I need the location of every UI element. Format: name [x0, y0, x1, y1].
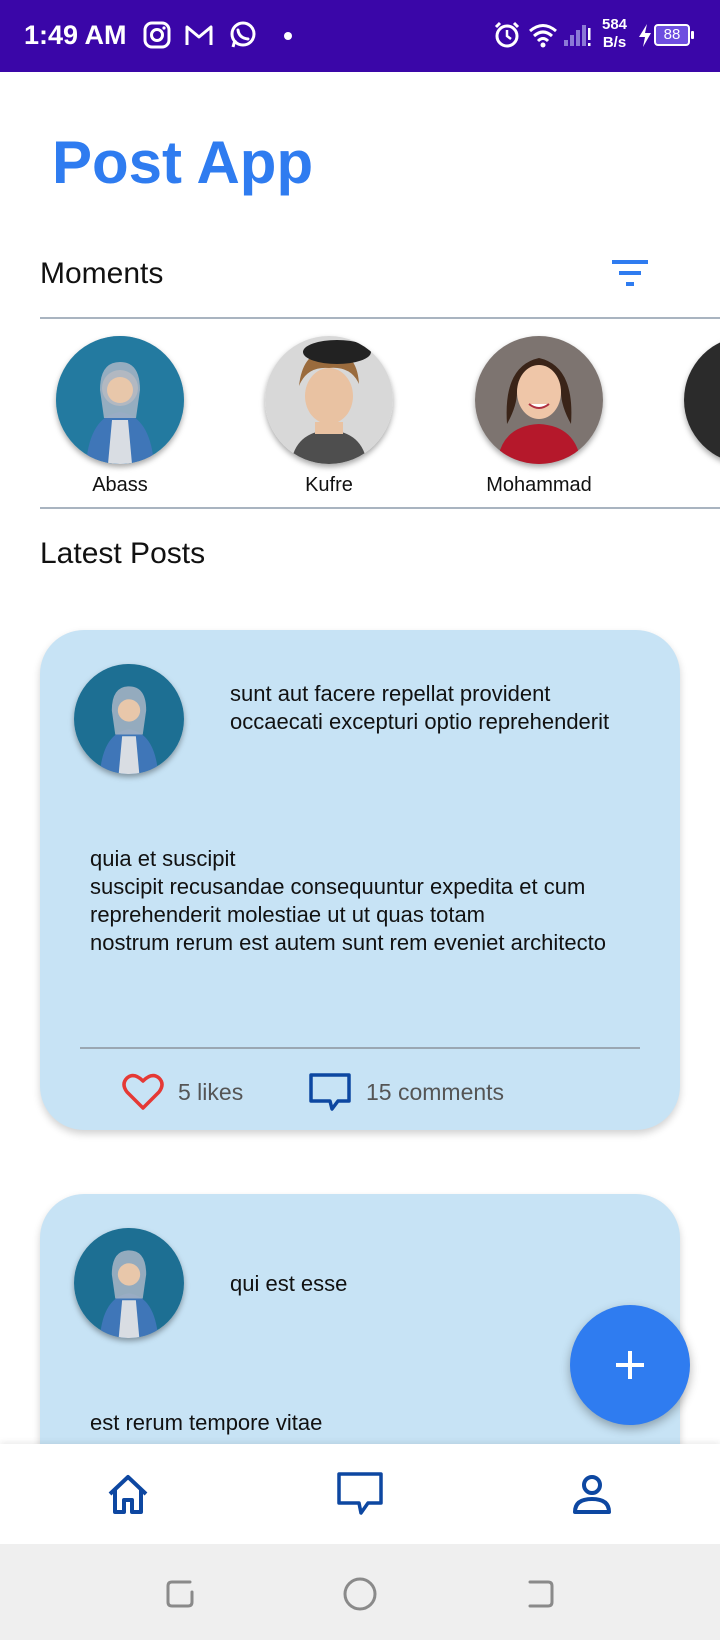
status-time: 1:49 AM	[24, 20, 127, 50]
avatar	[684, 336, 720, 464]
chat-icon[interactable]	[336, 1470, 384, 1518]
gmail-icon	[185, 25, 213, 45]
recents-icon[interactable]	[160, 1574, 200, 1614]
post-body: est rerum tempore vitae	[90, 1410, 323, 1435]
post-body: quia et suscipit suscipit recusandae con…	[90, 846, 606, 955]
system-nav-bar	[0, 1544, 720, 1640]
post-card[interactable]: sunt aut facere repellat provident occae…	[40, 630, 680, 1130]
moments-top-divider	[40, 317, 720, 319]
like-button[interactable]: 5 likes	[122, 1070, 243, 1114]
moment-name: Abass	[92, 474, 148, 496]
post-title: qui est esse	[230, 1271, 348, 1296]
comment-icon	[309, 1073, 351, 1111]
charging-icon	[639, 24, 651, 47]
moment-item[interactable]: Kufre	[229, 336, 429, 497]
heart-icon	[122, 1073, 164, 1110]
moment-name: Mohammad	[486, 474, 592, 496]
plus-icon	[616, 1351, 644, 1379]
home-nav-icon[interactable]	[340, 1574, 380, 1614]
post-avatar	[74, 1228, 184, 1338]
battery-icon: 88	[654, 24, 694, 46]
home-icon[interactable]	[104, 1470, 152, 1518]
status-bar: 1:49 AM 584 B/s 88	[0, 0, 720, 72]
bottom-nav	[0, 1444, 720, 1544]
profile-icon[interactable]	[568, 1470, 616, 1518]
post-avatar	[74, 664, 184, 774]
moment-item[interactable]: Mohammad	[439, 336, 639, 497]
whatsapp-icon	[230, 21, 256, 48]
add-post-button[interactable]	[570, 1305, 690, 1425]
moment-name: C	[648, 474, 720, 497]
moments-title: Moments	[40, 257, 164, 290]
app-title: Post App	[52, 129, 314, 196]
comments-count: 15 comments	[366, 1078, 505, 1105]
likes-count: 5 likes	[178, 1078, 244, 1105]
wifi-icon	[529, 24, 557, 48]
post-title: sunt aut facere repellat provident occae…	[230, 681, 610, 734]
back-icon[interactable]	[520, 1574, 560, 1614]
filter-icon[interactable]	[610, 258, 650, 288]
avatar	[56, 336, 184, 464]
net-speed-value: 584	[602, 16, 628, 33]
moment-item[interactable]: Abass	[20, 336, 220, 497]
moments-bottom-divider	[40, 507, 720, 509]
moments-strip[interactable]: Abass Kufre Mohammad	[0, 320, 720, 500]
net-speed-unit: B/s	[602, 34, 627, 51]
comment-button[interactable]: 15 comments	[308, 1070, 504, 1114]
moment-item[interactable]: C	[648, 336, 720, 497]
signal-icon	[564, 25, 591, 46]
avatar	[265, 336, 393, 464]
latest-posts-title: Latest Posts	[40, 537, 206, 570]
moment-name: Kufre	[305, 474, 353, 496]
net-speed: 584 B/s	[602, 16, 627, 52]
instagram-icon	[143, 21, 171, 49]
avatar	[475, 336, 603, 464]
dot-icon	[284, 32, 292, 40]
post-divider	[80, 1047, 640, 1049]
alarm-icon	[494, 21, 520, 48]
